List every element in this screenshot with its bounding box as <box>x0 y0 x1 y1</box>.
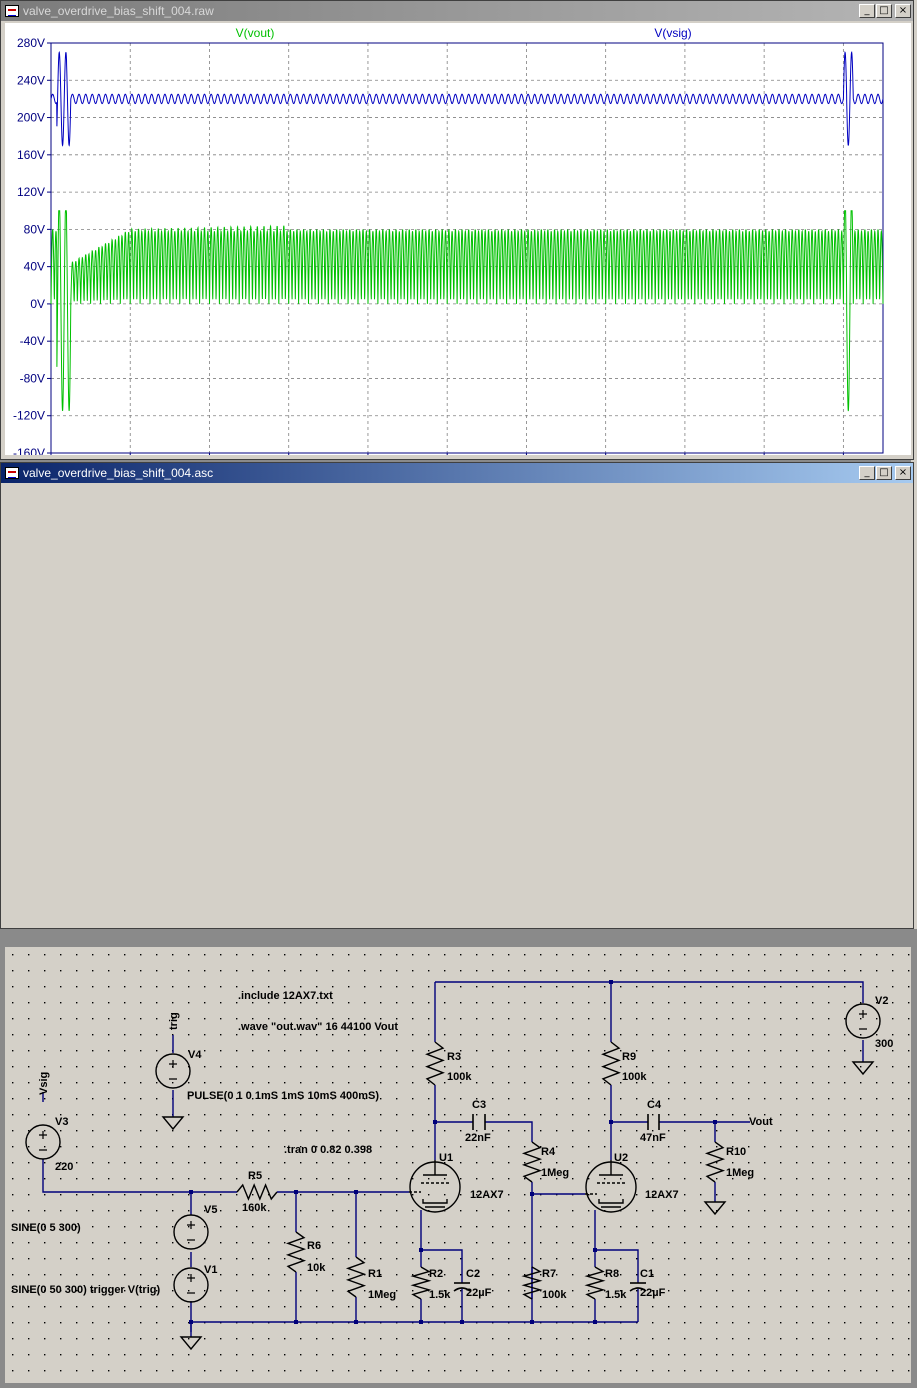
r9-value[interactable]: 100k <box>622 1071 647 1083</box>
r9-name[interactable]: R9 <box>622 1051 636 1063</box>
c2-value[interactable]: 22µF <box>466 1287 492 1299</box>
v5-value[interactable]: SINE(0 5 300) <box>11 1222 81 1234</box>
r8-value[interactable]: 1.5k <box>605 1289 627 1301</box>
y-tick-label: 160V <box>17 148 45 162</box>
y-tick-label: -80V <box>20 371 45 385</box>
y-tick-label: -160V <box>13 446 45 455</box>
r5-name[interactable]: R5 <box>248 1170 262 1182</box>
series-vout-line <box>50 210 884 412</box>
r7-name[interactable]: R7 <box>542 1268 556 1280</box>
v1-name[interactable]: V1 <box>204 1264 217 1276</box>
y-tick-label: 40V <box>24 260 45 274</box>
schematic-drawing[interactable]: .include 12AX7.txt .wave "out.wav" 16 44… <box>5 947 911 1383</box>
r7-value[interactable]: 100k <box>542 1289 567 1301</box>
y-tick-label: 0V <box>30 297 45 311</box>
minimize-button[interactable]: _ <box>859 4 875 18</box>
waveform-titlebar[interactable]: valve_overdrive_bias_shift_004.raw _ □ × <box>1 1 913 21</box>
y-tick-label: -120V <box>13 409 45 423</box>
r6-name[interactable]: R6 <box>307 1240 321 1252</box>
r1-name[interactable]: R1 <box>368 1268 382 1280</box>
v2-name[interactable]: V2 <box>875 995 888 1007</box>
schematic-app-icon <box>5 467 19 479</box>
v1-value[interactable]: SINE(0 50 300) trigger V(trig) <box>11 1284 160 1296</box>
waveform-app-icon <box>5 5 19 17</box>
v3-name[interactable]: V3 <box>55 1116 68 1128</box>
schematic-titlebar[interactable]: valve_overdrive_bias_shift_004.asc _ □ × <box>1 463 913 483</box>
c2-name[interactable]: C2 <box>466 1268 480 1280</box>
c1-value[interactable]: 22µF <box>640 1287 666 1299</box>
include-directive[interactable]: .include 12AX7.txt <box>238 990 333 1002</box>
v4-value[interactable]: PULSE(0 1 0 1mS 1mS 10mS 400mS) <box>187 1090 379 1102</box>
c4-value[interactable]: 47nF <box>640 1132 666 1144</box>
maximize-button[interactable]: □ <box>876 4 892 18</box>
r10-value[interactable]: 1Meg <box>726 1167 754 1179</box>
maximize-button[interactable]: □ <box>876 466 892 480</box>
legend-vout[interactable]: V(vout) <box>236 26 275 40</box>
u2-name[interactable]: U2 <box>614 1152 628 1164</box>
y-tick-label: 240V <box>17 73 45 87</box>
u1-name[interactable]: U1 <box>439 1152 453 1164</box>
c3-value[interactable]: 22nF <box>465 1132 491 1144</box>
v5-name[interactable]: V5 <box>204 1204 217 1216</box>
c3-name[interactable]: C3 <box>472 1099 486 1111</box>
r8-name[interactable]: R8 <box>605 1268 619 1280</box>
r4-name[interactable]: R4 <box>541 1146 556 1158</box>
trig-net-label[interactable]: trig <box>168 1012 180 1030</box>
schematic-canvas[interactable]: .include 12AX7.txt .wave "out.wav" 16 44… <box>5 947 911 1383</box>
y-tick-label: 80V <box>24 222 45 236</box>
y-tick-label: 280V <box>17 36 45 50</box>
r2-value[interactable]: 1.5k <box>429 1289 451 1301</box>
vsig-net-label[interactable]: Vsig <box>38 1072 50 1095</box>
c1-name[interactable]: C1 <box>640 1268 654 1280</box>
u1-model[interactable]: 12AX7 <box>470 1189 504 1201</box>
y-tick-label: 120V <box>17 185 45 199</box>
r10-name[interactable]: R10 <box>726 1146 746 1158</box>
close-button[interactable]: × <box>895 466 911 480</box>
waveform-window-title: valve_overdrive_bias_shift_004.raw <box>23 4 214 18</box>
u2-model[interactable]: 12AX7 <box>645 1189 679 1201</box>
waveform-window[interactable]: valve_overdrive_bias_shift_004.raw _ □ ×… <box>0 0 914 470</box>
r3-name[interactable]: R3 <box>447 1051 461 1063</box>
y-tick-label: 200V <box>17 111 45 125</box>
wave-directive[interactable]: .wave "out.wav" 16 44100 Vout <box>238 1021 398 1033</box>
v3-value[interactable]: 220 <box>55 1161 73 1173</box>
series-vsig-line <box>50 51 884 147</box>
r6-value[interactable]: 10k <box>307 1262 326 1274</box>
r4-value[interactable]: 1Meg <box>541 1167 569 1179</box>
close-button[interactable]: × <box>895 4 911 18</box>
schematic-window-title: valve_overdrive_bias_shift_004.asc <box>23 466 214 480</box>
tran-directive[interactable]: .tran 0 0.82 0.398 <box>284 1144 372 1156</box>
r1-value[interactable]: 1Meg <box>368 1289 396 1301</box>
c4-name[interactable]: C4 <box>647 1099 662 1111</box>
v2-value[interactable]: 300 <box>875 1038 893 1050</box>
schematic-window[interactable]: valve_overdrive_bias_shift_004.asc _ □ × <box>0 462 914 1383</box>
legend-vsig[interactable]: V(vsig) <box>654 26 691 40</box>
r5-value[interactable]: 160k <box>242 1202 267 1214</box>
waveform-plot-area[interactable]: 280V 240V 200V 160V 120V 80V 40V 0V -40V -80V -120… <box>5 23 911 470</box>
waveform-plot[interactable]: 280V 240V 200V 160V 120V 80V 40V 0V -40V -80V -120… <box>5 23 911 470</box>
r3-value[interactable]: 100k <box>447 1071 472 1083</box>
r2-name[interactable]: R2 <box>429 1268 443 1280</box>
y-tick-label: -40V <box>20 334 45 348</box>
minimize-button[interactable]: _ <box>859 466 875 480</box>
vout-net-label[interactable]: Vout <box>749 1116 773 1128</box>
v4-name[interactable]: V4 <box>188 1049 202 1061</box>
